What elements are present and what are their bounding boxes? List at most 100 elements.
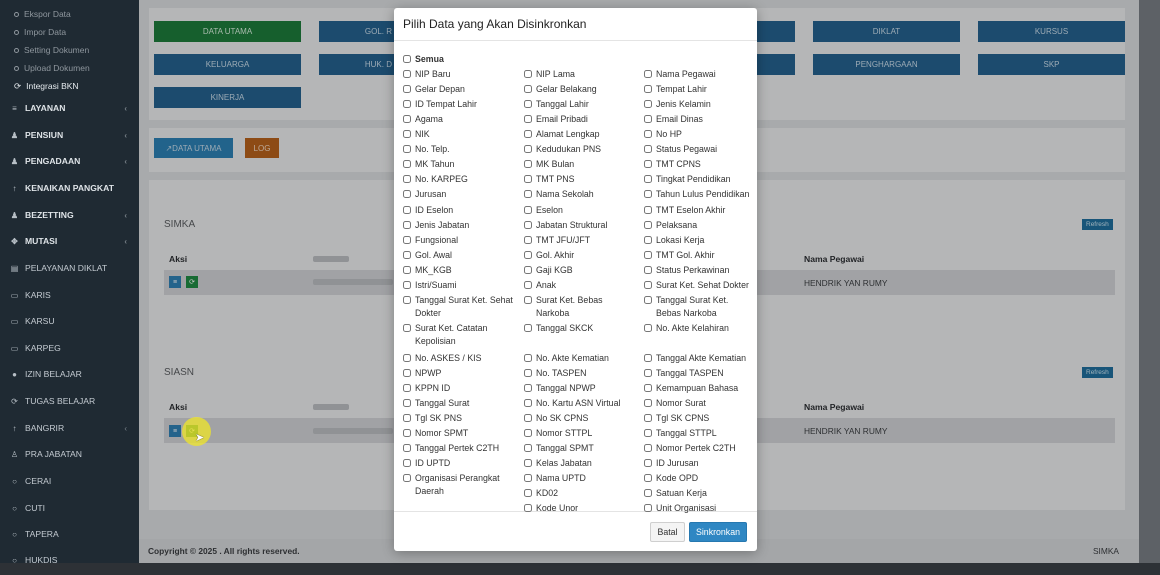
- sync-option-checkbox[interactable]: No. ASKES / KIS: [403, 352, 513, 365]
- checkbox[interactable]: [524, 145, 532, 153]
- sync-option-checkbox[interactable]: Surat Ket. Sehat Dokter: [644, 279, 754, 292]
- sync-option-checkbox[interactable]: NIP Lama: [524, 68, 634, 81]
- sync-option-checkbox[interactable]: Tanggal Surat Ket. Bebas Narkoba: [644, 294, 754, 319]
- sidebar-menu-pensiun[interactable]: ♟ PENSIUN ‹: [0, 122, 139, 148]
- checkbox[interactable]: [644, 251, 652, 259]
- sync-option-checkbox[interactable]: No. Akte Kematian: [524, 352, 634, 365]
- sync-option-checkbox[interactable]: Gelar Belakang: [524, 83, 634, 96]
- sync-button[interactable]: Sinkronkan: [689, 522, 747, 542]
- sync-option-checkbox[interactable]: Jabatan Struktural: [524, 219, 634, 232]
- checkbox[interactable]: [403, 399, 411, 407]
- checkbox[interactable]: [524, 236, 532, 244]
- checkbox[interactable]: [403, 115, 411, 123]
- checkbox[interactable]: [524, 70, 532, 78]
- sync-option-checkbox[interactable]: Nama Pegawai: [644, 68, 754, 81]
- checkbox[interactable]: [403, 354, 411, 362]
- sync-option-checkbox[interactable]: Email Dinas: [644, 113, 754, 126]
- checkbox[interactable]: [403, 384, 411, 392]
- checkbox[interactable]: [524, 399, 532, 407]
- checkbox[interactable]: [644, 115, 652, 123]
- sync-option-checkbox[interactable]: Tgl SK PNS: [403, 412, 513, 425]
- checkbox[interactable]: [644, 85, 652, 93]
- sidebar-menu-izin-belajar[interactable]: ● IZIN BELAJAR: [0, 361, 139, 387]
- checkbox[interactable]: [644, 130, 652, 138]
- sync-option-checkbox[interactable]: Unit Organisasi: [644, 502, 754, 515]
- sync-option-checkbox[interactable]: Gol. Akhir: [524, 249, 634, 262]
- sync-option-checkbox[interactable]: Surat Ket. Bebas Narkoba: [524, 294, 634, 319]
- sidebar-subitem-integrasi-bkn[interactable]: ⟳ Integrasi BKN: [0, 77, 139, 95]
- sync-option-checkbox[interactable]: MK Bulan: [524, 158, 634, 171]
- sync-option-checkbox[interactable]: Istri/Suami: [403, 279, 513, 292]
- checkbox[interactable]: [644, 221, 652, 229]
- checkbox[interactable]: [524, 459, 532, 467]
- checkbox[interactable]: [524, 175, 532, 183]
- sync-option-checkbox[interactable]: Tanggal Pertek C2TH: [403, 442, 513, 455]
- sidebar-menu-pengadaan[interactable]: ♟ PENGADAAN ‹: [0, 148, 139, 174]
- checkbox[interactable]: [524, 160, 532, 168]
- sync-option-checkbox[interactable]: Gelar Depan: [403, 83, 513, 96]
- checkbox[interactable]: [403, 281, 411, 289]
- checkbox[interactable]: [644, 489, 652, 497]
- checkbox[interactable]: [403, 221, 411, 229]
- checkbox[interactable]: [403, 324, 411, 332]
- sync-option-checkbox[interactable]: Pelaksana: [644, 219, 754, 232]
- sync-option-checkbox[interactable]: No. TASPEN: [524, 367, 634, 380]
- checkbox[interactable]: [403, 429, 411, 437]
- checkbox[interactable]: [403, 85, 411, 93]
- sync-option-checkbox[interactable]: No. Telp.: [403, 143, 513, 156]
- sync-option-checkbox[interactable]: ID Eselon: [403, 204, 513, 217]
- sync-option-checkbox[interactable]: MK Tahun: [403, 158, 513, 171]
- sync-option-checkbox[interactable]: Tanggal STTPL: [644, 427, 754, 440]
- sidebar-menu-layanan[interactable]: ≡ LAYANAN ‹: [0, 95, 139, 121]
- checkbox[interactable]: [644, 190, 652, 198]
- sidebar-menu-pelayanan-diklat[interactable]: ▤ PELAYANAN DIKLAT: [0, 255, 139, 281]
- sync-option-checkbox[interactable]: Nomor Pertek C2TH: [644, 442, 754, 455]
- sidebar-menu-mutasi[interactable]: ✥ MUTASI ‹: [0, 228, 139, 254]
- sync-option-checkbox[interactable]: ID UPTD: [403, 457, 513, 470]
- sync-option-checkbox[interactable]: TMT PNS: [524, 173, 634, 186]
- checkbox[interactable]: [524, 221, 532, 229]
- sync-option-checkbox[interactable]: NIP Baru: [403, 68, 513, 81]
- sync-option-checkbox[interactable]: Surat Ket. Catatan Kepolisian: [403, 322, 513, 347]
- sync-option-checkbox[interactable]: Organisasi Perangkat Daerah: [403, 472, 513, 497]
- sync-option-checkbox[interactable]: NIK: [403, 128, 513, 141]
- sync-option-checkbox[interactable]: Kelas Jabatan: [524, 457, 634, 470]
- checkbox[interactable]: [524, 414, 532, 422]
- checkbox[interactable]: [403, 444, 411, 452]
- checkbox[interactable]: [524, 324, 532, 332]
- checkbox[interactable]: [644, 175, 652, 183]
- sidebar-menu-kenaikan-pangkat[interactable]: ↑ KENAIKAN PANGKAT: [0, 175, 139, 201]
- sidebar-menu-karpeg[interactable]: ▭ KARPEG: [0, 335, 139, 361]
- sync-option-checkbox[interactable]: Kemampuan Bahasa: [644, 382, 754, 395]
- sync-option-checkbox[interactable]: Tingkat Pendidikan: [644, 173, 754, 186]
- cancel-button[interactable]: Batal: [650, 522, 685, 542]
- checkbox[interactable]: [524, 206, 532, 214]
- sidebar-menu-pra-jabatan[interactable]: ♙ PRA JABATAN: [0, 441, 139, 467]
- checkbox[interactable]: [644, 206, 652, 214]
- sidebar-menu-tapera[interactable]: ○ TAPERA: [0, 521, 139, 547]
- sync-option-checkbox[interactable]: TMT JFU/JFT: [524, 234, 634, 247]
- checkbox[interactable]: [524, 100, 532, 108]
- checkbox[interactable]: [403, 175, 411, 183]
- checkbox[interactable]: [403, 100, 411, 108]
- sync-option-checkbox[interactable]: No. KARPEG: [403, 173, 513, 186]
- sync-option-checkbox[interactable]: No SK CPNS: [524, 412, 634, 425]
- sync-option-checkbox[interactable]: Status Pegawai: [644, 143, 754, 156]
- sync-option-checkbox[interactable]: Nomor STTPL: [524, 427, 634, 440]
- checkbox[interactable]: [644, 399, 652, 407]
- sync-option-checkbox[interactable]: Tanggal NPWP: [524, 382, 634, 395]
- sync-option-checkbox[interactable]: Jenis Jabatan: [403, 219, 513, 232]
- sync-option-checkbox[interactable]: Eselon: [524, 204, 634, 217]
- sync-option-checkbox[interactable]: TMT CPNS: [644, 158, 754, 171]
- checkbox[interactable]: [524, 384, 532, 392]
- checkbox[interactable]: [644, 70, 652, 78]
- sync-option-checkbox[interactable]: No. Akte Kelahiran: [644, 322, 754, 335]
- checkbox[interactable]: [403, 251, 411, 259]
- checkbox[interactable]: [644, 369, 652, 377]
- checkbox[interactable]: [644, 474, 652, 482]
- checkbox[interactable]: [403, 474, 411, 482]
- sidebar-menu-bangrir[interactable]: ↑ BANGRIR ‹: [0, 415, 139, 441]
- sync-option-checkbox[interactable]: Status Perkawinan: [644, 264, 754, 277]
- sidebar-subitem-impor-data[interactable]: Impor Data: [0, 23, 139, 41]
- sync-option-checkbox[interactable]: Gaji KGB: [524, 264, 634, 277]
